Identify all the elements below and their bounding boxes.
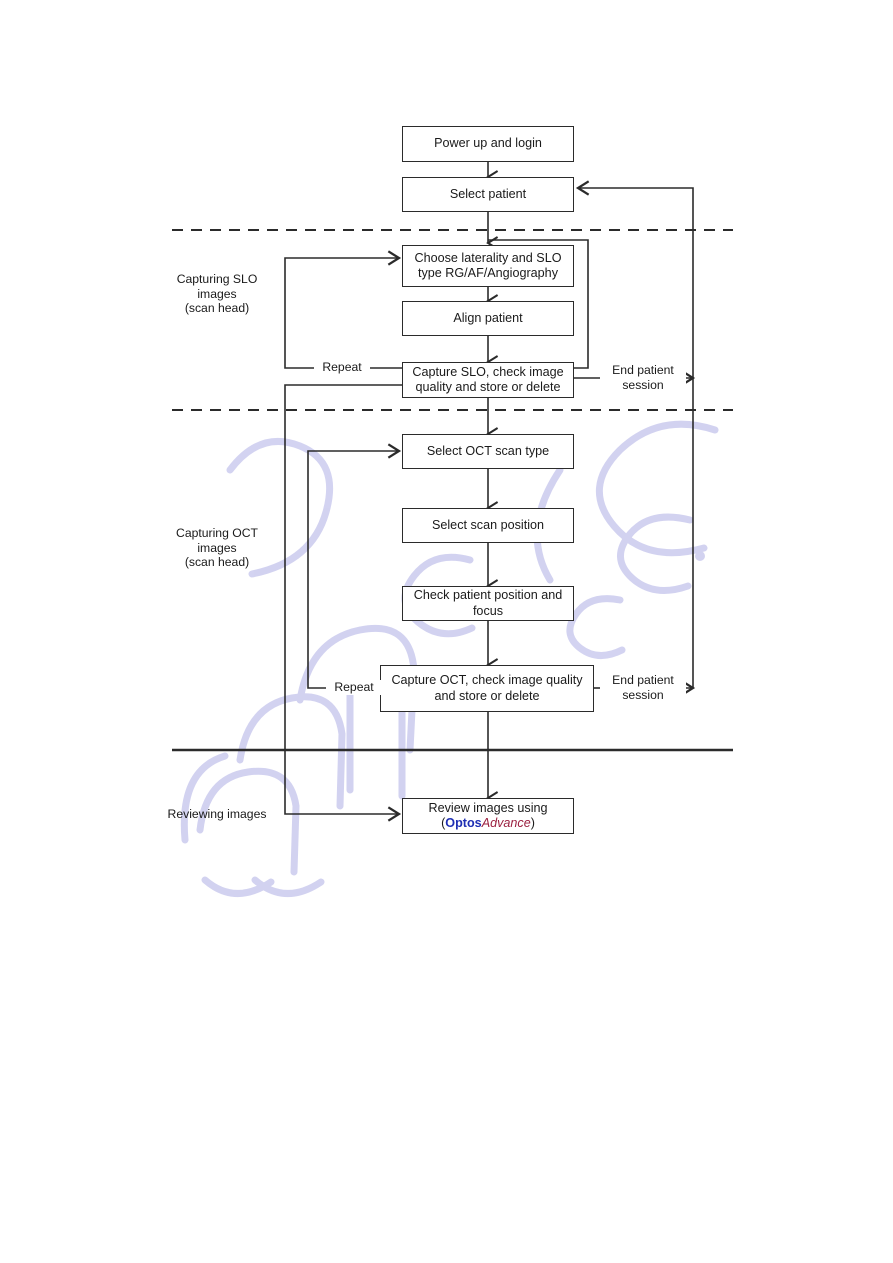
node-label: Capture SLO, check image quality and sto… (408, 365, 568, 396)
edge-label-end-patient-session-oct: End patient session (600, 673, 686, 702)
node-label: Check patient position and focus (408, 588, 568, 619)
section-label-capturing-slo: Capturing SLO images (scan head) (152, 272, 282, 316)
node-label: Power up and login (408, 136, 568, 152)
node-select-scan-position[interactable]: Select scan position (402, 508, 574, 543)
node-label: Choose laterality and SLO type RG/AF/Ang… (408, 251, 568, 282)
brand-advance: Advance (482, 816, 531, 830)
brand-optos: Optos (445, 816, 481, 830)
node-align-patient[interactable]: Align patient (402, 301, 574, 336)
node-label: Capture OCT, check image quality and sto… (386, 673, 588, 704)
node-label: Review images using (408, 801, 568, 817)
node-capture-oct[interactable]: Capture OCT, check image quality and sto… (380, 665, 594, 712)
node-label: Select patient (408, 187, 568, 203)
node-select-oct-scan-type[interactable]: Select OCT scan type (402, 434, 574, 469)
section-label-capturing-oct: Capturing OCT images (scan head) (152, 526, 282, 570)
node-review-images[interactable]: Review images using (OptosAdvance) (402, 798, 574, 834)
node-label: Align patient (408, 311, 568, 327)
node-choose-laterality-and-slo-type[interactable]: Choose laterality and SLO type RG/AF/Ang… (402, 245, 574, 287)
close-paren: ) (531, 816, 535, 830)
flowchart-page: Power up and login Select patient Choose… (0, 0, 893, 1263)
edge-label-repeat-oct: Repeat (326, 680, 382, 695)
section-label-reviewing-images: Reviewing images (152, 807, 282, 822)
optos-advance-brand: (OptosAdvance) (441, 816, 535, 832)
edge-label-repeat-slo: Repeat (314, 360, 370, 375)
node-select-patient[interactable]: Select patient (402, 177, 574, 212)
node-capture-slo[interactable]: Capture SLO, check image quality and sto… (402, 362, 574, 398)
edge-label-end-patient-session-slo: End patient session (600, 363, 686, 392)
node-check-patient-position-and-focus[interactable]: Check patient position and focus (402, 586, 574, 621)
node-label: Select scan position (408, 518, 568, 534)
node-power-up-and-login[interactable]: Power up and login (402, 126, 574, 162)
node-label: Select OCT scan type (408, 444, 568, 460)
